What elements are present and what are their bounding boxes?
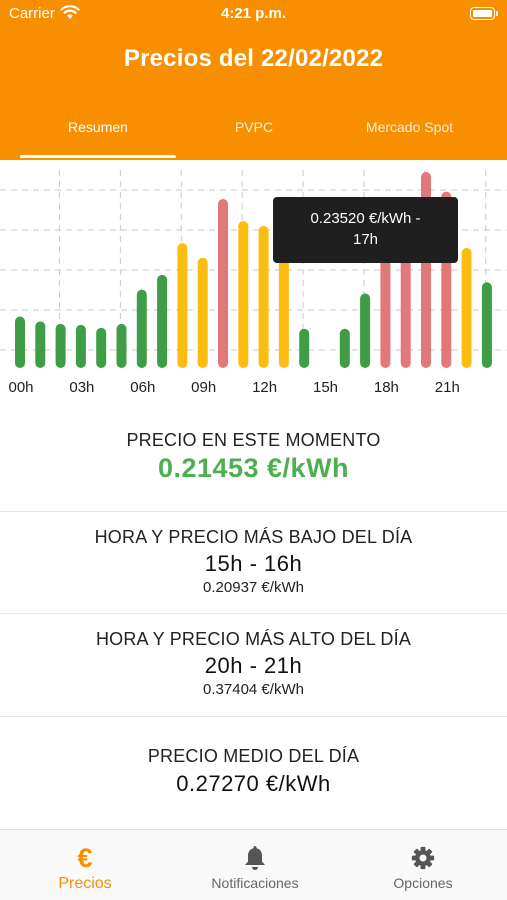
- highest-price-label: HORA Y PRECIO MÁS ALTO DEL DÍA: [95, 629, 412, 649]
- highest-price-value: 0.37404 €/kWh: [203, 681, 304, 698]
- tab-notificaciones[interactable]: Notificaciones: [190, 830, 320, 900]
- lowest-price-value: 0.20937 €/kWh: [203, 579, 304, 596]
- tab-label: Precios: [58, 875, 112, 892]
- gear-icon: [411, 846, 435, 870]
- chart-bar-11h[interactable]: [238, 221, 249, 368]
- tab-label: PVPC: [234, 119, 274, 135]
- tab-label: Notificaciones: [211, 875, 299, 891]
- tab-label: Mercado Spot: [365, 119, 454, 135]
- chart-bar-23h[interactable]: [481, 282, 492, 368]
- current-price-label: PRECIO EN ESTE MOMENTO: [126, 430, 381, 450]
- highest-price-hours: 20h - 21h: [204, 653, 303, 678]
- tab-precios[interactable]: € Precios: [34, 830, 136, 900]
- chart-bar-02h[interactable]: [55, 323, 66, 368]
- average-price-value: 0.27270 €/kWh: [176, 771, 331, 796]
- chart-tooltip: 0.23520 €/kWh - 17h: [273, 197, 458, 263]
- x-tick-label: 09h: [191, 379, 216, 396]
- tab-bar-top: Resumen PVPC Mercado Spot: [0, 110, 507, 160]
- tab-opciones[interactable]: Opciones: [372, 830, 474, 900]
- tab-resumen[interactable]: Resumen: [20, 110, 176, 160]
- chart-bar-16h[interactable]: [339, 328, 350, 368]
- chart-bar-09h[interactable]: [197, 257, 208, 368]
- chart-bar-04h[interactable]: [96, 327, 107, 368]
- bottom-tab-bar: € Precios Notificaciones Opciones: [0, 829, 507, 900]
- chart-bar-17h[interactable]: [360, 293, 371, 368]
- x-tick-label: 18h: [374, 379, 399, 396]
- divider: [0, 613, 507, 614]
- x-tick-label: 06h: [130, 379, 155, 396]
- chart-bar-06h[interactable]: [136, 289, 147, 368]
- tooltip-line-2: 17h: [352, 231, 379, 248]
- x-tick-label: 03h: [69, 379, 94, 396]
- highest-price-card: HORA Y PRECIO MÁS ALTO DEL DÍA 20h - 21h…: [0, 629, 507, 698]
- chart-bar-03h[interactable]: [75, 324, 86, 368]
- chart-bar-08h[interactable]: [177, 243, 188, 368]
- lowest-price-card: HORA Y PRECIO MÁS BAJO DEL DÍA 15h - 16h…: [0, 527, 507, 596]
- tab-label: Resumen: [68, 119, 128, 135]
- chart-bar-22h[interactable]: [461, 247, 472, 368]
- page-title: Precios del 22/02/2022: [123, 45, 384, 72]
- average-price-card: PRECIO MEDIO DEL DÍA 0.27270 €/kWh: [0, 746, 507, 797]
- tooltip-line-1: 0.23520 €/kWh -: [310, 210, 421, 227]
- chart-bar-12h[interactable]: [258, 225, 269, 368]
- chart-bar-13h[interactable]: [278, 245, 289, 369]
- chart-bar-14h[interactable]: [299, 328, 310, 368]
- euro-icon: €: [77, 843, 93, 873]
- lowest-price-label: HORA Y PRECIO MÁS BAJO DEL DÍA: [94, 527, 413, 547]
- header: Carrier 4:21 p.m. Precios del 22/02/2022…: [0, 0, 507, 160]
- divider: [0, 716, 507, 717]
- chart-bar-07h[interactable]: [157, 274, 168, 368]
- chart-bar-10h[interactable]: [218, 198, 228, 368]
- clock: 4:21 p.m.: [220, 5, 287, 22]
- tab-label: Opciones: [393, 875, 453, 891]
- current-price-card: PRECIO EN ESTE MOMENTO 0.21453 €/kWh: [0, 430, 507, 484]
- chart-bar-01h[interactable]: [35, 321, 46, 368]
- bell-icon: [245, 846, 265, 870]
- x-tick-label: 15h: [313, 379, 338, 396]
- chart-bar-05h[interactable]: [116, 323, 127, 368]
- average-price-label: PRECIO MEDIO DEL DÍA: [147, 746, 360, 766]
- tab-mercado-spot[interactable]: Mercado Spot: [332, 110, 487, 160]
- x-tick-label: 00h: [8, 379, 33, 396]
- divider: [0, 511, 507, 512]
- tab-pvpc[interactable]: PVPC: [176, 110, 332, 160]
- chart-bar-00h[interactable]: [15, 316, 25, 368]
- battery-icon: [470, 7, 498, 20]
- tab-indicator: [20, 155, 176, 158]
- lowest-price-hours: 15h - 16h: [204, 551, 303, 576]
- x-tick-label: 12h: [252, 379, 277, 396]
- status-bar: Carrier 4:21 p.m.: [0, 0, 507, 28]
- current-price-value: 0.21453 €/kWh: [157, 453, 350, 483]
- x-tick-label: 21h: [435, 379, 460, 396]
